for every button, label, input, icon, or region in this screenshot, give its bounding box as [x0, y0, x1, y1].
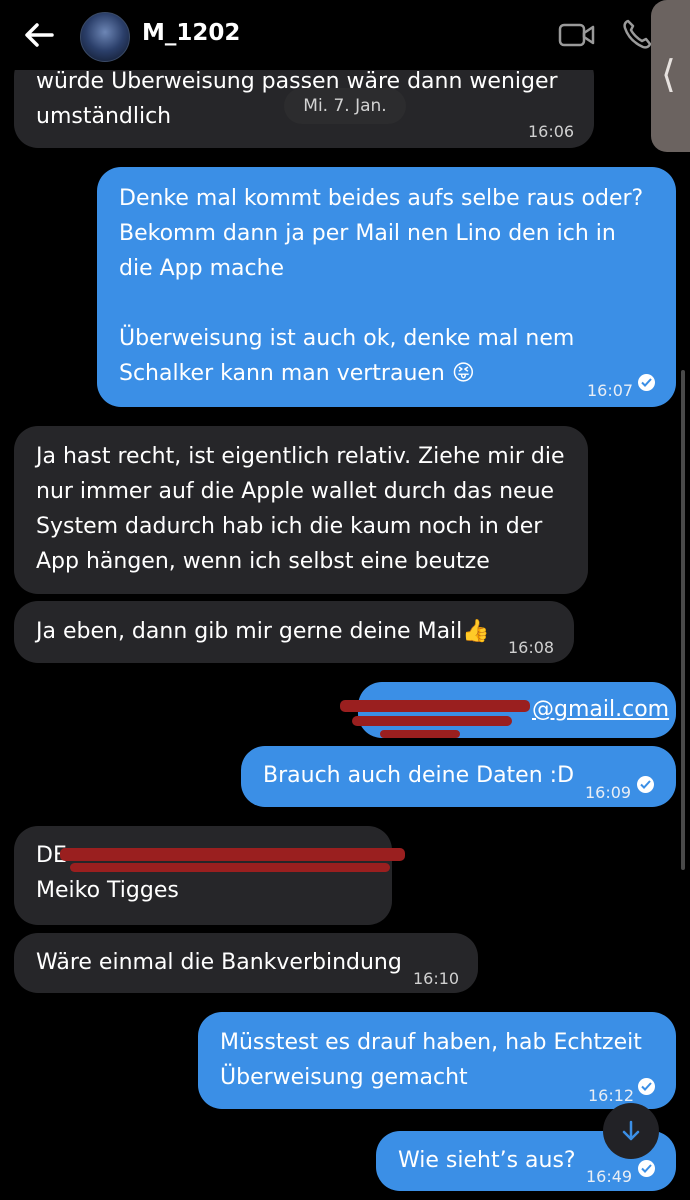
side-panel-tab[interactable]: ⟨ — [651, 0, 690, 152]
arrow-down-icon — [622, 1120, 640, 1141]
chat-header: M_1202 — [0, 0, 690, 70]
account-holder-name: Meiko Tigges — [36, 878, 179, 903]
tongue-emoji: 😝 — [451, 361, 475, 386]
message-time: 16:49 — [586, 1167, 633, 1186]
read-check-icon — [638, 1160, 655, 1177]
message-outgoing[interactable]: Denke mal kommt beides aufs selbe raus o… — [97, 167, 676, 407]
message-time: 16:10 — [413, 969, 460, 988]
message-time: 16:06 — [528, 122, 575, 141]
phone-icon[interactable] — [622, 18, 652, 50]
message-text-second: Überweisung ist auch ok, denke mal nem S… — [119, 326, 575, 386]
read-check-icon — [638, 1078, 655, 1095]
thumbs-up-emoji: 👍 — [462, 619, 490, 644]
message-text: Ja hast recht, ist eigentlich relativ. Z… — [36, 444, 565, 574]
email-domain: @gmail.com — [532, 697, 670, 722]
read-check-icon — [638, 374, 655, 391]
redaction-mark — [60, 848, 405, 861]
message-outgoing[interactable]: Müsstest es drauf haben, hab Echtzeit Üb… — [198, 1012, 676, 1109]
message-text: Wie sieht’s aus? — [398, 1148, 576, 1173]
scrollbar[interactable] — [681, 370, 685, 870]
email-link[interactable]: @gmail.com — [532, 692, 669, 727]
message-incoming[interactable]: Wäre einmal die Bankverbindung 16:10 — [14, 933, 478, 993]
message-text: Ja eben, dann gib mir gerne deine Mail — [36, 619, 463, 644]
video-call-icon[interactable] — [558, 22, 596, 48]
message-text: Wäre einmal die Bankverbindung — [36, 950, 402, 975]
message-text-line: Überweisung ist auch ok, denke mal nem S… — [119, 321, 579, 391]
read-check-icon — [637, 776, 654, 793]
arrow-left-icon[interactable] — [22, 20, 56, 50]
message-text: Denke mal kommt beides aufs selbe raus o… — [119, 186, 644, 281]
redaction-mark — [340, 700, 530, 712]
message-incoming[interactable]: DE Meiko Tigges — [14, 826, 392, 925]
message-text: Brauch auch deine Daten :D — [263, 763, 575, 788]
redaction-mark — [70, 863, 390, 872]
message-time: 16:09 — [585, 783, 632, 802]
redaction-mark — [352, 716, 512, 726]
message-time: 16:07 — [587, 381, 634, 400]
contact-name[interactable]: M_1202 — [142, 20, 240, 46]
message-outgoing[interactable]: Brauch auch deine Daten :D 16:09 — [241, 746, 676, 807]
message-time: 16:08 — [508, 638, 555, 657]
date-separator: Mi. 7. Jan. — [284, 88, 406, 124]
avatar[interactable] — [80, 12, 130, 62]
message-incoming[interactable]: Ja hast recht, ist eigentlich relativ. Z… — [14, 426, 588, 594]
chevron-left-icon: ⟨ — [661, 52, 676, 96]
message-incoming[interactable]: Ja eben, dann gib mir gerne deine Mail👍 … — [14, 601, 574, 663]
redaction-mark — [380, 730, 460, 738]
scroll-to-bottom-button[interactable] — [603, 1103, 659, 1159]
